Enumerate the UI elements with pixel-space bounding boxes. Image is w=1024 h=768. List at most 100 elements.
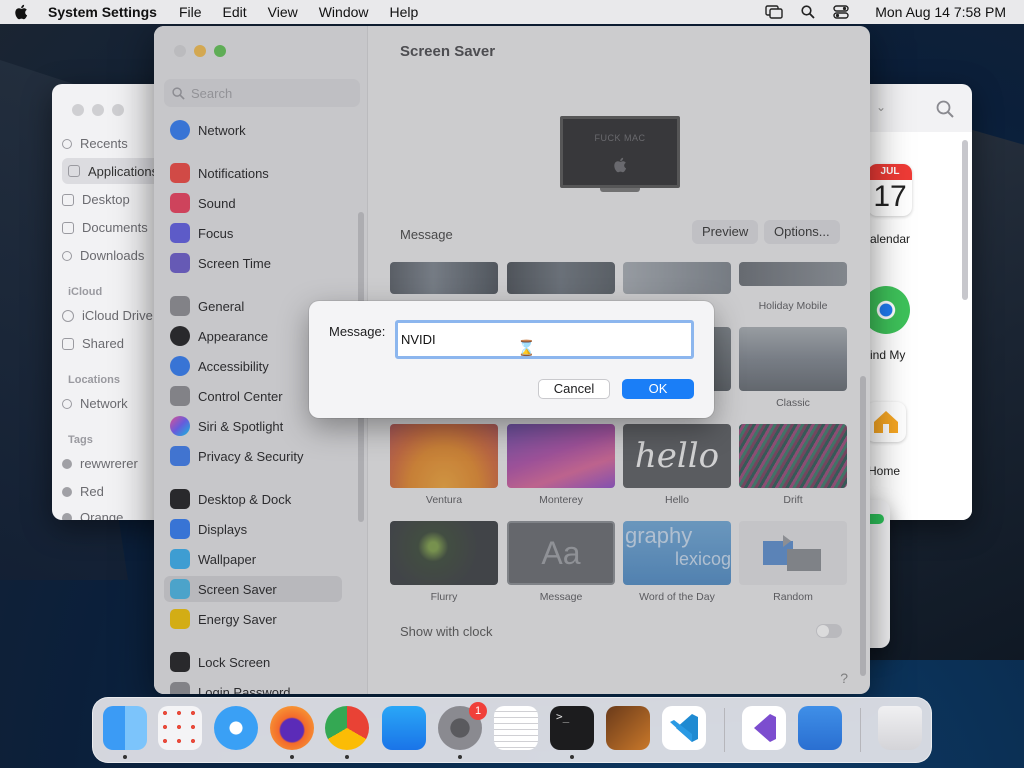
terminal-dock-icon[interactable]: >_ <box>550 706 594 750</box>
tag-dot-icon <box>62 486 72 497</box>
spotlight-search-icon[interactable] <box>801 5 815 19</box>
sidebar-item-wallpaper[interactable]: Wallpaper <box>164 546 344 572</box>
settings-close-button[interactable] <box>174 45 186 57</box>
saver-label-drift: Drift <box>783 494 803 506</box>
sidebar-item-screen-time[interactable]: Screen Time <box>164 250 344 276</box>
sidebar-item-privacy-security[interactable]: Privacy & Security <box>164 443 344 469</box>
visual-studio-dock-icon[interactable] <box>742 706 786 750</box>
control-center-icon[interactable] <box>833 5 849 19</box>
network-icon <box>170 120 190 140</box>
menu-view[interactable]: View <box>268 4 298 20</box>
sidebar-item-displays[interactable]: Displays <box>164 516 344 542</box>
sidebar-item-screen-saver[interactable]: Screen Saver <box>164 576 342 602</box>
settings-zoom-button[interactable] <box>214 45 226 57</box>
finder-sidebar-applications[interactable]: Applications <box>62 158 162 184</box>
saver-thumb-message[interactable]: Aa <box>507 521 615 585</box>
finder-minimize-button[interactable] <box>92 104 104 116</box>
content-scrollbar[interactable] <box>860 376 866 676</box>
apple-menu-icon[interactable] <box>14 4 28 20</box>
menu-edit[interactable]: Edit <box>223 4 247 20</box>
show-with-clock-toggle[interactable] <box>816 624 842 638</box>
saver-label-ventura: Ventura <box>425 494 463 506</box>
saver-thumb-holiday-mobile[interactable] <box>739 262 847 286</box>
help-button[interactable]: ? <box>840 670 848 686</box>
saver-thumb-ventura[interactable] <box>390 424 498 488</box>
finder-sidebar-tag-red[interactable]: Red <box>62 484 104 499</box>
safari-dock-icon[interactable] <box>214 706 258 750</box>
notification-badge: 1 <box>469 702 487 720</box>
ok-button[interactable]: OK <box>622 379 694 399</box>
saver-thumb-monterey[interactable] <box>507 424 615 488</box>
saver-thumb-flurry[interactable] <box>390 521 498 585</box>
finder-search-icon[interactable] <box>936 100 954 118</box>
finder-dock-icon[interactable] <box>103 706 147 750</box>
saver-thumb-word-of-the-day[interactable]: graphy lexicog <box>623 521 731 585</box>
app-menu[interactable]: System Settings <box>48 4 157 20</box>
globe-icon <box>62 398 72 409</box>
dock: >_ <box>92 697 932 763</box>
sidebar-item-network[interactable]: Network <box>164 117 344 143</box>
saver-thumb-drift[interactable] <box>739 424 847 488</box>
menu-window[interactable]: Window <box>319 4 369 20</box>
show-with-clock-row: Show with clock <box>390 616 856 646</box>
dock-icon <box>170 489 190 509</box>
preview-button[interactable]: Preview <box>692 220 759 244</box>
chevron-down-icon[interactable]: ⌄ <box>876 100 886 114</box>
calendar-app-icon[interactable]: JUL 17 <box>868 164 912 216</box>
saver-thumb-random[interactable] <box>739 521 847 585</box>
menu-file[interactable]: File <box>179 4 202 20</box>
finder-sidebar-documents[interactable]: Documents <box>62 220 148 235</box>
sidebar-item-lock-screen[interactable]: Lock Screen <box>164 649 344 675</box>
saver-thumb-3[interactable] <box>623 262 731 294</box>
weather-dock-icon[interactable] <box>798 706 842 750</box>
dock-separator <box>860 708 861 752</box>
sidebar-item-energy-saver[interactable]: Energy Saver <box>164 606 344 632</box>
sidebar-item-desktop-dock[interactable]: Desktop & Dock <box>164 486 344 512</box>
finder-sidebar-network[interactable]: Network <box>62 396 128 411</box>
launchpad-dock-icon[interactable] <box>158 706 202 750</box>
saver-thumb-1[interactable] <box>390 262 498 294</box>
cancel-button[interactable]: Cancel <box>538 379 610 399</box>
menu-clock[interactable]: Mon Aug 14 7:58 PM <box>875 4 1006 20</box>
sidebar-item-sound[interactable]: Sound <box>164 190 344 216</box>
siri-icon <box>170 416 190 436</box>
firefox-dock-icon[interactable] <box>270 706 314 750</box>
finder-sidebar: Recents Applications Desktop Documents D… <box>52 128 162 520</box>
trash-dock-icon[interactable] <box>878 706 922 750</box>
saver-thumb-2[interactable] <box>507 262 615 294</box>
finder-sidebar-locations-header: Locations <box>68 374 120 386</box>
finder-sidebar-downloads[interactable]: Downloads <box>62 248 144 263</box>
finder-sidebar-icloud-drive[interactable]: iCloud Drive <box>62 308 153 323</box>
vscode-dock-icon[interactable] <box>662 706 706 750</box>
menu-help[interactable]: Help <box>390 4 419 20</box>
finder-sidebar-tag-1[interactable]: rewwrerer <box>62 456 138 471</box>
apple-logo-icon <box>614 157 627 173</box>
chrome-dock-icon[interactable] <box>325 706 369 750</box>
terminal-prompt-icon: >_ <box>556 710 570 723</box>
finder-sidebar-tag-orange[interactable]: Orange <box>62 510 123 520</box>
home-app-icon[interactable] <box>866 402 906 442</box>
finder-sidebar-shared[interactable]: Shared <box>62 336 124 351</box>
finder-sidebar-recents[interactable]: Recents <box>62 136 128 151</box>
finder-scrollbar[interactable] <box>962 140 968 300</box>
desktop-icon <box>62 193 74 206</box>
settings-minimize-button[interactable] <box>194 45 206 57</box>
app-store-dock-icon[interactable] <box>382 706 426 750</box>
finder-zoom-button[interactable] <box>112 104 124 116</box>
sidebar-item-notifications[interactable]: Notifications <box>164 160 344 186</box>
sidebar-item-focus[interactable]: Focus <box>164 220 344 246</box>
finder-close-button[interactable] <box>72 104 84 116</box>
word-thumb-line1: graphy <box>625 523 693 548</box>
screen-mirroring-icon[interactable] <box>765 5 783 19</box>
saver-thumb-classic[interactable] <box>739 327 847 391</box>
options-button[interactable]: Options... <box>764 220 840 244</box>
sidebar-item-login-password[interactable]: Login Password <box>164 679 344 694</box>
textedit-dock-icon[interactable] <box>494 706 538 750</box>
message-input[interactable] <box>395 320 694 359</box>
finder-sidebar-desktop[interactable]: Desktop <box>62 192 130 207</box>
garageband-dock-icon[interactable] <box>606 706 650 750</box>
settings-search-field[interactable]: Search <box>164 79 360 107</box>
saver-thumb-hello[interactable]: hello <box>623 424 731 488</box>
wallpaper-icon <box>170 549 190 569</box>
bell-icon <box>170 163 190 183</box>
